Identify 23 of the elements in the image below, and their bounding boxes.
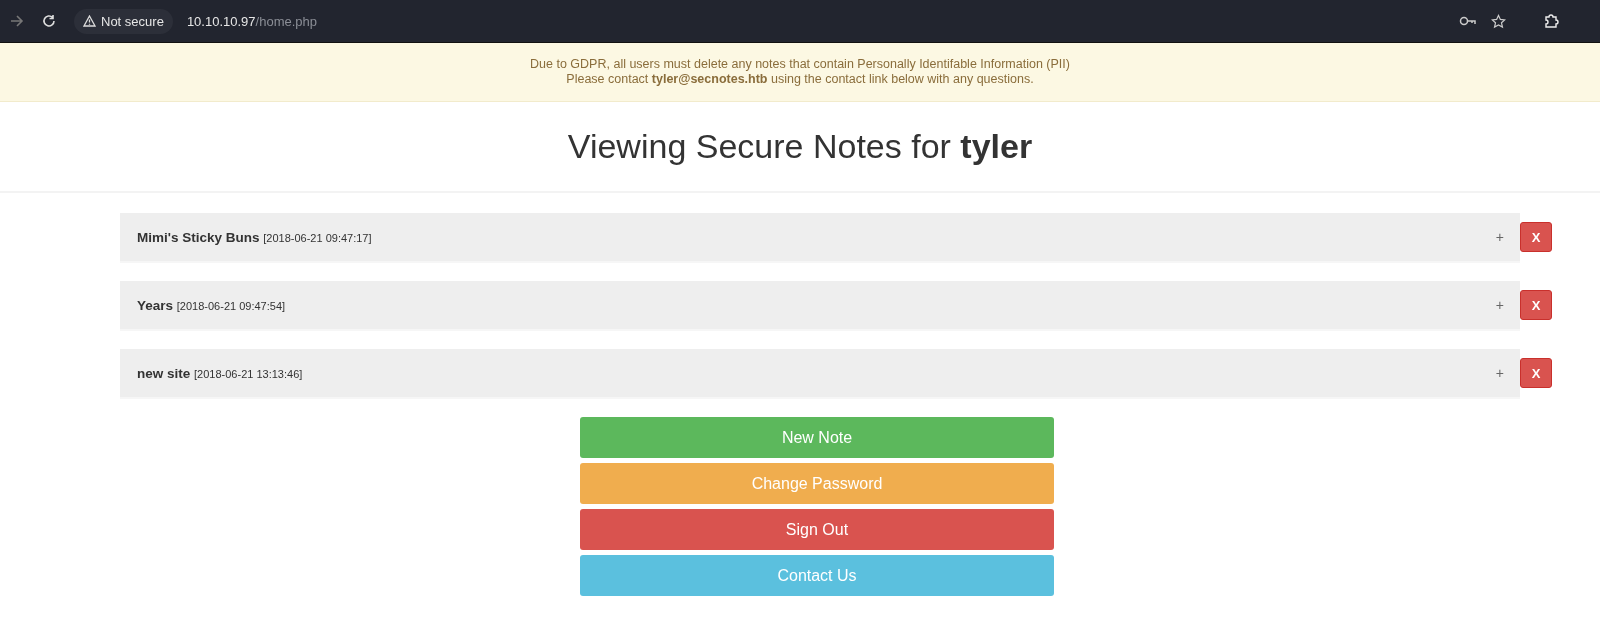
delete-button[interactable]: X (1520, 222, 1552, 252)
note-title: new site [2018-06-21 13:13:46] (137, 365, 303, 381)
expand-toggle[interactable]: + (1495, 297, 1504, 313)
security-indicator[interactable]: Not secure (74, 8, 173, 34)
expand-toggle[interactable]: + (1495, 365, 1504, 381)
star-icon[interactable] (1491, 13, 1506, 29)
key-icon[interactable] (1459, 15, 1477, 27)
notice-text: Due to GDPR, all users must delete any notes that contain Personally Identifable Information (PII) Please contact tyler@secnotes.htb using the contact link below with any questions. (530, 57, 1070, 87)
note-panel[interactable]: Years [2018-06-21 09:47:54] + (120, 281, 1520, 329)
note-title: Mimi's Sticky Buns [2018-06-21 09:47:17] (137, 229, 372, 245)
note-panel[interactable]: Mimi's Sticky Buns [2018-06-21 09:47:17] + (120, 213, 1520, 261)
sign-out-button[interactable]: Sign Out (580, 509, 1054, 550)
note-panel[interactable]: new site [2018-06-21 13:13:46] + (120, 349, 1520, 397)
puzzle-icon[interactable] (1544, 13, 1560, 29)
delete-button[interactable]: X (1520, 290, 1552, 320)
address-field[interactable]: 10.10.10.97/home.php (186, 13, 317, 29)
reload-icon[interactable] (42, 14, 56, 28)
note-title: Years [2018-06-21 09:47:54] (137, 297, 286, 313)
delete-button[interactable]: X (1520, 358, 1552, 388)
new-note-button[interactable]: New Note (580, 417, 1054, 458)
expand-toggle[interactable]: + (1495, 229, 1504, 245)
page-heading: Viewing Secure Notes for tyler (567, 127, 1033, 166)
forward-icon[interactable] (10, 14, 24, 28)
